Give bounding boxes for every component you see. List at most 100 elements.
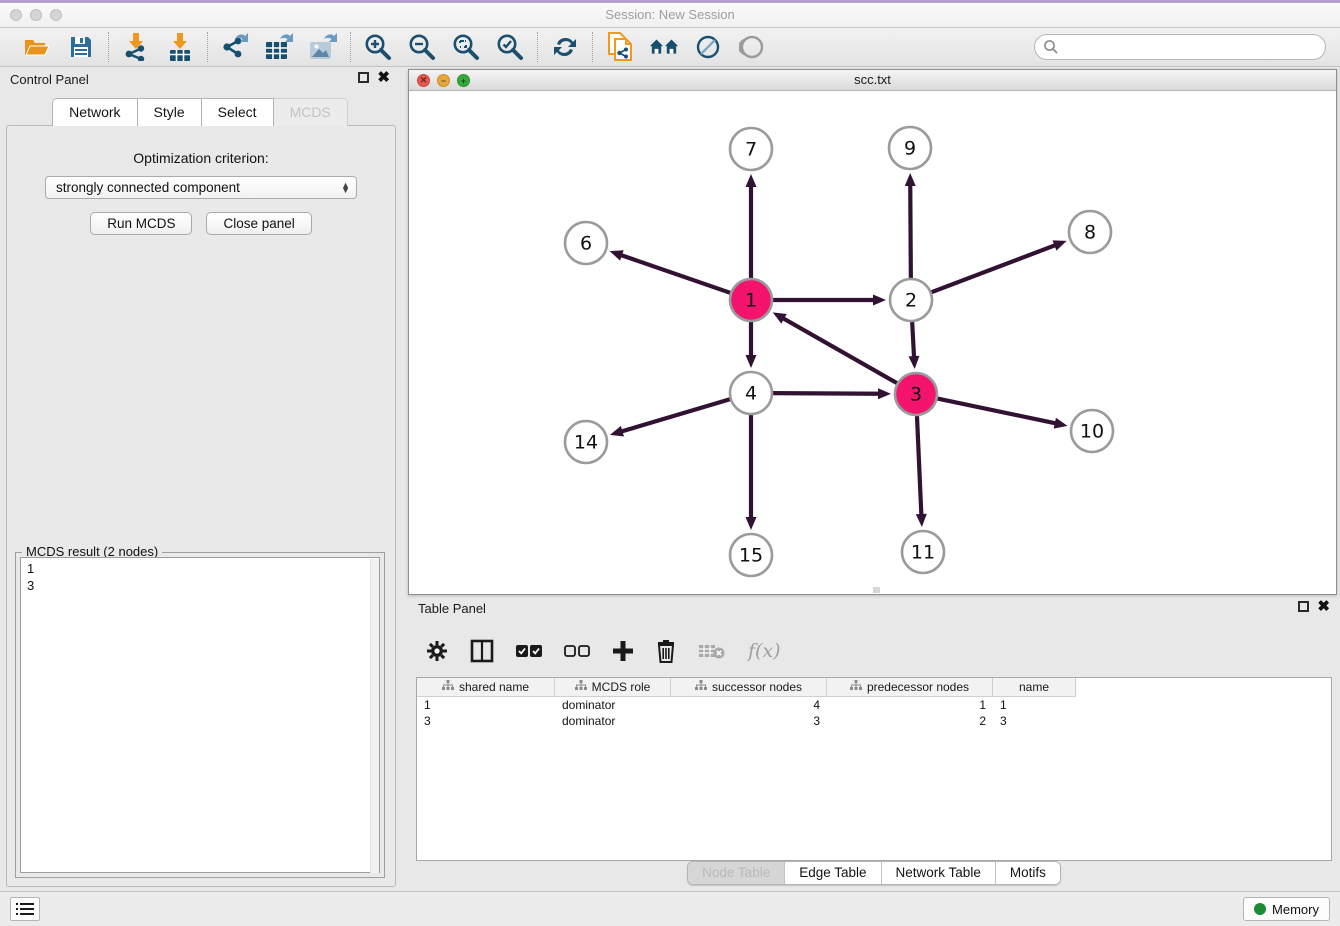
hide-panels-button[interactable] <box>737 32 767 62</box>
control-tab-network[interactable]: Network <box>52 98 137 126</box>
table-tab-node-table[interactable]: Node Table <box>688 862 785 884</box>
export-image-button[interactable] <box>308 32 338 62</box>
graph-edge-4-3[interactable] <box>773 393 880 394</box>
copy-network-icon <box>607 32 633 62</box>
delete-column-button[interactable] <box>656 639 676 663</box>
mcds-tab-pane: Optimization criterion: strongly connect… <box>6 125 396 887</box>
column-header-successor-nodes[interactable]: successor nodes <box>671 678 827 696</box>
select-all-button[interactable] <box>516 643 542 659</box>
node-label-2: 2 <box>905 290 917 312</box>
fx-icon: f(x) <box>748 640 781 662</box>
create-column-button[interactable] <box>612 640 634 662</box>
import-table-button[interactable] <box>165 32 195 62</box>
edge-arrowhead <box>610 426 624 437</box>
zoom-in-button[interactable] <box>363 32 393 62</box>
result-scrollbar[interactable] <box>370 559 379 873</box>
control-tab-mcds[interactable]: MCDS <box>274 98 348 126</box>
control-tab-select[interactable]: Select <box>202 98 274 126</box>
table-cell[interactable]: 1 <box>417 697 555 713</box>
close-table-panel-icon[interactable]: ✖ <box>1317 601 1330 612</box>
zoom-fit-button[interactable] <box>451 32 481 62</box>
node-label-1: 1 <box>745 290 757 312</box>
edge-arrowhead <box>746 355 757 368</box>
graph-edge-3-1[interactable] <box>782 318 897 383</box>
float-table-panel-icon[interactable] <box>1298 601 1309 612</box>
table-row[interactable]: 1dominator411 <box>417 697 1331 713</box>
memory-button[interactable]: Memory <box>1243 897 1330 921</box>
graph-edge-3-11[interactable] <box>917 416 921 516</box>
float-panel-icon[interactable] <box>358 72 369 83</box>
graph-edge-2-8[interactable] <box>932 245 1057 292</box>
network-window-titlebar[interactable]: ✕ − + scc.txt <box>409 70 1336 91</box>
save-icon <box>69 35 93 59</box>
helper-apps-button[interactable] <box>693 32 723 62</box>
table-cell[interactable]: 1 <box>827 697 993 713</box>
zoom-selected-button[interactable] <box>495 32 525 62</box>
open-session-button[interactable] <box>22 32 52 62</box>
column-header-MCDS-role[interactable]: MCDS role <box>555 678 671 696</box>
show-column-panel-button[interactable] <box>470 639 494 663</box>
select-stepper-icon: ▲▼ <box>341 183 350 193</box>
trash-icon <box>656 639 676 663</box>
refresh-icon <box>552 34 578 60</box>
columns-icon <box>470 639 494 663</box>
node-label-6: 6 <box>580 233 592 255</box>
import-network-button[interactable] <box>121 32 151 62</box>
function-builder-button[interactable]: f(x) <box>748 640 781 662</box>
graph-edge-4-14[interactable] <box>621 399 730 431</box>
criterion-select[interactable]: strongly connected component ▲▼ <box>45 176 357 199</box>
network-canvas[interactable]: 7968124314101511 <box>409 91 1336 594</box>
column-header-shared-name[interactable]: shared name <box>417 678 555 696</box>
table-cell[interactable]: dominator <box>555 697 671 713</box>
table-tab-edge-table[interactable]: Edge Table <box>785 862 881 884</box>
graph-edge-2-9[interactable] <box>910 184 911 278</box>
delete-table-button[interactable] <box>698 642 726 660</box>
column-header-label: MCDS role <box>592 680 651 694</box>
search-input[interactable] <box>1034 34 1326 60</box>
control-panel-title: Control Panel <box>10 72 89 87</box>
mcds-result-text[interactable]: 1 3 <box>20 557 380 873</box>
save-session-button[interactable] <box>66 32 96 62</box>
apply-layout-button[interactable] <box>550 32 580 62</box>
table-row[interactable]: 3dominator323 <box>417 713 1331 729</box>
zoom-out-button[interactable] <box>407 32 437 62</box>
network-graph[interactable]: 7968124314101511 <box>409 91 1336 594</box>
table-cell[interactable]: 3 <box>417 713 555 729</box>
table-cell[interactable]: 3 <box>993 713 1076 729</box>
minimize-view-button[interactable]: − <box>437 74 450 87</box>
graph-edge-2-3[interactable] <box>912 322 914 358</box>
table-cell[interactable]: dominator <box>555 713 671 729</box>
run-mcds-button[interactable]: Run MCDS <box>90 212 192 235</box>
export-network-icon <box>221 33 249 61</box>
cybrowser-button[interactable] <box>649 32 679 62</box>
close-view-button[interactable]: ✕ <box>417 74 430 87</box>
table-cell[interactable]: 4 <box>671 697 827 713</box>
table-cell[interactable]: 3 <box>671 713 827 729</box>
zoom-in-icon <box>364 33 392 61</box>
export-table-button[interactable] <box>264 32 294 62</box>
graph-edge-1-6[interactable] <box>620 255 730 293</box>
resize-grip[interactable] <box>873 587 880 593</box>
close-panel-icon[interactable]: ✖ <box>377 72 390 83</box>
table-tab-network-table[interactable]: Network Table <box>882 862 996 884</box>
table-tab-motifs[interactable]: Motifs <box>996 862 1060 884</box>
table-cell[interactable]: 2 <box>827 713 993 729</box>
maximize-view-button[interactable]: + <box>457 74 470 87</box>
table-header-row: shared name MCDS role successor nodesprede… <box>417 678 1076 697</box>
column-header-name[interactable]: name <box>993 678 1076 696</box>
deselect-all-button[interactable] <box>564 643 590 659</box>
table-cell[interactable]: 1 <box>993 697 1076 713</box>
node-label-3: 3 <box>910 384 922 406</box>
control-tab-style[interactable]: Style <box>138 98 202 126</box>
graph-edge-3-10[interactable] <box>938 399 1057 424</box>
node-label-11: 11 <box>911 542 935 564</box>
checked-boxes-icon <box>516 643 542 659</box>
close-panel-button[interactable]: Close panel <box>206 212 311 235</box>
table-settings-button[interactable] <box>426 640 448 662</box>
export-network-button[interactable] <box>220 32 250 62</box>
edge-arrowhead <box>1054 418 1068 429</box>
clone-network-button[interactable] <box>605 32 635 62</box>
node-table: shared name MCDS role successor nodesprede… <box>416 677 1332 861</box>
task-history-button[interactable] <box>10 897 40 921</box>
column-header-predecessor-nodes[interactable]: predecessor nodes <box>827 678 993 696</box>
